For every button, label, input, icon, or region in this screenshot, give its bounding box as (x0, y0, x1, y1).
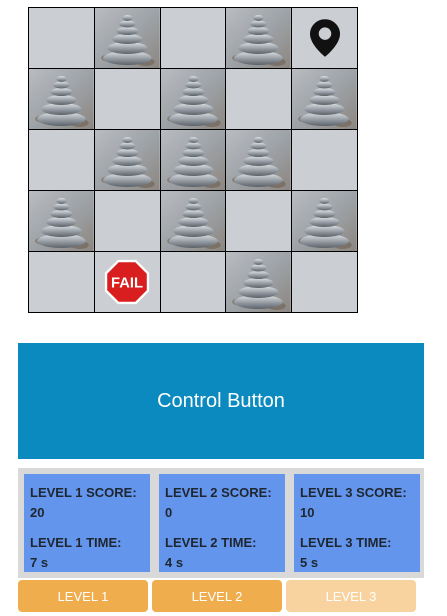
empty-tile[interactable] (159, 7, 227, 69)
board-row (28, 190, 358, 252)
stone-tile[interactable] (225, 129, 293, 191)
stone-tile[interactable] (93, 129, 161, 191)
level-2-time-label: LEVEL 2 TIME: (165, 535, 257, 550)
level-1-score-card: LEVEL 1 SCORE: 20 LEVEL 1 TIME: 7 s (24, 474, 150, 572)
stone-tile[interactable] (225, 7, 293, 69)
board-row (28, 68, 358, 130)
empty-tile[interactable] (28, 129, 95, 191)
empty-tile[interactable] (28, 7, 95, 69)
level-1-score-value: 20 (30, 505, 45, 520)
level-3-score-label: LEVEL 3 SCORE: (300, 485, 407, 500)
stone-stack-image (226, 8, 291, 68)
stone-tile[interactable] (28, 68, 95, 130)
level-2-score-value: 0 (165, 505, 173, 520)
level-3-score-value: 10 (300, 505, 315, 520)
level-2-time-value: 4 s (165, 555, 184, 570)
stone-stack-image (226, 130, 291, 190)
stone-tile[interactable] (93, 7, 161, 69)
board-row: FAIL (28, 251, 358, 313)
empty-tile[interactable] (291, 251, 358, 313)
empty-tile[interactable] (291, 129, 358, 191)
level-3-time-label: LEVEL 3 TIME: (300, 535, 392, 550)
stone-tile[interactable] (225, 251, 293, 313)
level-2-button[interactable]: LEVEL 2 (152, 580, 282, 612)
level-3-time-value: 5 s (300, 555, 319, 570)
stone-tile[interactable] (159, 68, 227, 130)
level-3-button[interactable]: LEVEL 3 (286, 580, 416, 612)
empty-tile[interactable] (93, 68, 161, 130)
fail-tile[interactable]: FAIL (93, 251, 161, 313)
empty-tile[interactable] (93, 190, 161, 252)
stone-stack-image (226, 252, 291, 312)
stone-tile[interactable] (159, 190, 227, 252)
level-2-score-label: LEVEL 2 SCORE: (165, 485, 272, 500)
level-2-score-card: LEVEL 2 SCORE: 0 LEVEL 2 TIME: 4 s (159, 474, 285, 572)
stone-stack-image (95, 130, 160, 190)
stone-stack-image (292, 191, 357, 251)
empty-tile[interactable] (28, 251, 95, 313)
stone-stack-image (29, 191, 94, 251)
empty-tile[interactable] (159, 251, 227, 313)
control-button[interactable]: Control Button (18, 343, 424, 459)
score-panel: LEVEL 1 SCORE: 20 LEVEL 1 TIME: 7 s LEVE… (18, 468, 424, 578)
level-1-time-value: 7 s (30, 555, 49, 570)
stone-stack-image (292, 69, 357, 129)
level-3-score-card: LEVEL 3 SCORE: 10 LEVEL 3 TIME: 5 s (294, 474, 420, 572)
stone-tile[interactable] (28, 190, 95, 252)
level-1-time-label: LEVEL 1 TIME: (30, 535, 122, 550)
stone-stack-image (29, 69, 94, 129)
empty-tile[interactable] (225, 190, 293, 252)
stone-stack-image (95, 8, 160, 68)
stone-tile[interactable] (291, 68, 358, 130)
board-row (28, 129, 358, 191)
game-board: FAIL (28, 7, 358, 313)
stone-stack-image (161, 191, 226, 251)
level-1-button[interactable]: LEVEL 1 (18, 580, 148, 612)
stone-stack-image (161, 69, 226, 129)
level-1-score-label: LEVEL 1 SCORE: (30, 485, 137, 500)
fail-label: FAIL (111, 276, 143, 292)
stone-tile[interactable] (291, 190, 358, 252)
marker-tile[interactable] (291, 7, 358, 69)
stone-tile[interactable] (159, 129, 227, 191)
stone-stack-image (161, 130, 226, 190)
board-row (28, 7, 358, 69)
empty-tile[interactable] (225, 68, 293, 130)
